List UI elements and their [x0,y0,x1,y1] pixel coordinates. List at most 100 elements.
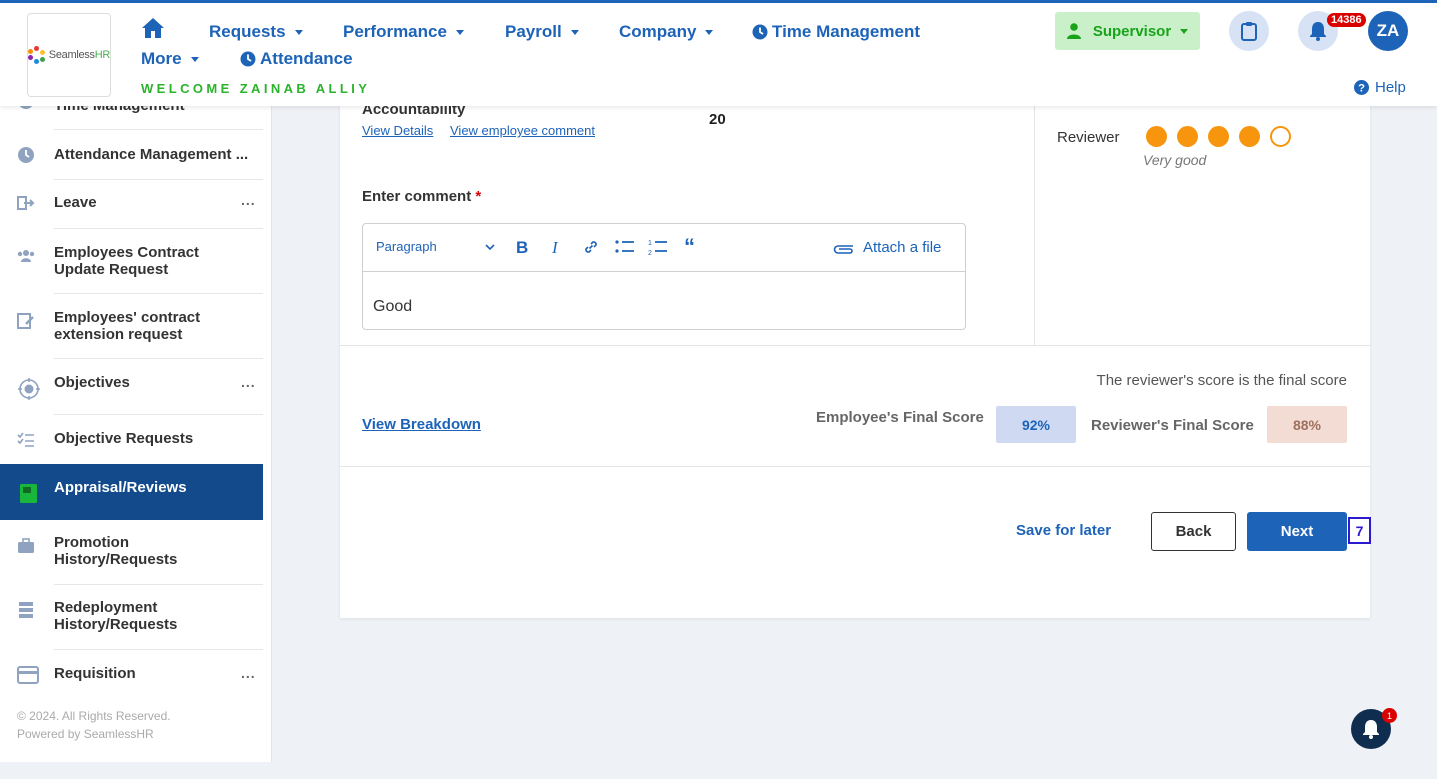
section-divider [340,466,1370,467]
clipboard-icon[interactable] [1229,11,1269,51]
sidebar-item-appraisal-reviews[interactable]: Appraisal/Reviews [0,464,263,520]
nav-time-management[interactable]: Time Management [752,22,920,42]
sidebar-item-label: Redeployment History/Requests [54,599,178,633]
chevron-down-icon [455,29,464,35]
save-for-later-button[interactable]: Save for later [1016,522,1111,539]
reviewer-label: Reviewer [1057,129,1120,146]
final-score-note: The reviewer's score is the final score [1096,372,1347,389]
sidebar-item-leave[interactable]: Leave ... [0,184,263,228]
rating-dot-filled[interactable] [1208,126,1229,147]
sidebar-item-redeployment-history[interactable]: Redeployment History/Requests [0,591,263,649]
company-logo[interactable]: SeamlessHR [27,13,111,97]
review-card: Accountability View Details View employe… [340,96,1371,618]
attach-file-button[interactable]: Attach a file [833,239,941,256]
chevron-down-icon [485,244,495,251]
more-options-icon[interactable]: ... [241,665,256,681]
rating-dot-filled[interactable] [1177,126,1198,147]
sidebar-item-label: Objectives [54,374,130,391]
top-bar: SeamlessHR Requests Performance Payroll … [0,0,1437,106]
sidebar-item-label: Employees' contract extension request [54,309,201,343]
chevron-down-icon [1180,28,1189,34]
reviewer-rating-text: Very good [1143,152,1207,168]
chevron-down-icon [294,29,303,35]
footer-copyright: © 2024. All Rights Reserved. [17,709,171,723]
back-button[interactable]: Back [1151,512,1236,551]
home-icon[interactable] [141,17,165,39]
nav-requests[interactable]: Requests [209,22,303,42]
more-options-icon[interactable]: ... [241,374,256,390]
editor-toolbar: Paragraph B I 12 “ Attach a file [363,224,965,272]
reviewer-final-score-label: Reviewer's Final Score [1091,417,1254,434]
help-link[interactable]: ? Help [1354,79,1406,96]
bulleted-list-icon[interactable] [615,239,635,255]
sign-out-icon [17,196,35,210]
next-button[interactable]: Next [1247,512,1347,551]
paperclip-icon [833,244,853,254]
role-switcher[interactable]: Supervisor [1055,12,1200,50]
svg-text:?: ? [1358,83,1365,95]
sidebar-item-attendance-management[interactable]: Attendance Management ... [0,136,263,180]
clock-icon [240,51,256,67]
svg-text:2: 2 [648,250,652,256]
nav-payroll[interactable]: Payroll [505,22,579,42]
rating-dot-filled[interactable] [1239,126,1260,147]
chevron-down-icon [570,29,579,35]
link-icon[interactable] [583,239,599,255]
sidebar-item-label: Leave [54,194,97,211]
nav-more[interactable]: More [141,49,199,69]
weight-value: 20 [709,111,726,128]
rating-dot-filled[interactable] [1146,126,1167,147]
logo-mark-icon [28,46,46,64]
reviewer-final-score-value: 88% [1267,406,1347,443]
step-marker: 7 [1348,517,1371,544]
view-details-link[interactable]: View Details [362,123,433,138]
column-divider [1034,96,1035,345]
checklist-icon [17,432,34,447]
edit-document-icon [17,313,34,329]
avatar[interactable]: ZA [1368,11,1408,51]
welcome-text: WELCOME ZAINAB ALLIY [141,81,371,96]
sidebar-item-employees-contract-extension-request[interactable]: Employees' contract extension request [0,301,263,359]
sidebar-item-label: Appraisal/Reviews [54,479,187,496]
view-breakdown-link[interactable]: View Breakdown [362,416,481,433]
sidebar-item-promotion-history[interactable]: Promotion History/Requests [0,526,263,584]
briefcase-icon [18,538,34,553]
comment-label: Enter comment * [362,188,482,205]
footer-powered-by: Powered by SeamlessHR [17,727,154,741]
nav-performance[interactable]: Performance [343,22,464,42]
employee-final-score-value: 92% [996,406,1076,443]
employee-final-score-label: Employee's Final Score [816,409,984,426]
floating-notification-badge: 1 [1382,708,1397,723]
user-icon [1066,23,1081,39]
question-circle-icon: ? [1354,80,1369,95]
credit-card-icon [17,666,39,684]
rating-dot-empty[interactable] [1270,126,1291,147]
target-icon [18,378,40,400]
section-divider [340,345,1370,346]
comment-text[interactable]: Good [373,298,412,316]
block-format-select[interactable]: Paragraph [376,239,437,254]
clock-icon [752,24,768,40]
comment-editor[interactable]: Paragraph B I 12 “ Attach a file Good [362,223,966,330]
numbered-list-icon[interactable]: 12 [648,238,668,256]
sidebar-item-objectives[interactable]: Objectives ... [0,366,263,414]
sidebar-item-employees-contract-update-request[interactable]: Employees Contract Update Request [0,236,263,294]
bold-icon[interactable]: B [516,238,528,258]
chevron-down-icon [190,56,199,62]
sidebar-item-label: Requisition [54,665,136,682]
sidebar-item-objective-requests[interactable]: Objective Requests [0,422,263,462]
view-employee-comment-link[interactable]: View employee comment [450,123,595,138]
notification-count-badge: 14386 [1327,13,1366,27]
nav-attendance[interactable]: Attendance [240,49,353,69]
book-icon [20,484,37,503]
logo-text: SeamlessHR [48,49,111,61]
blockquote-icon[interactable]: “ [684,234,695,260]
svg-text:1: 1 [648,240,652,247]
server-icon [19,602,33,618]
nav-company[interactable]: Company [619,22,714,42]
sidebar-item-label: Promotion History/Requests [54,534,178,568]
chevron-down-icon [705,29,714,35]
more-options-icon[interactable]: ... [241,192,256,208]
italic-icon[interactable]: I [552,238,558,258]
sidebar-item-requisition[interactable]: Requisition ... [0,656,263,700]
